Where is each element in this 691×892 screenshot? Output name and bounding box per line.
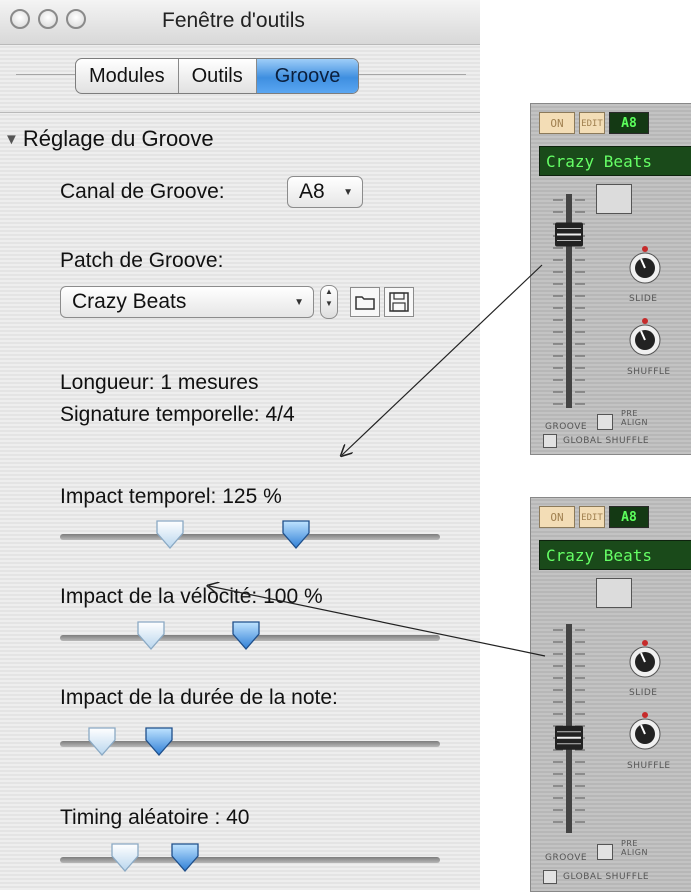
groove-channel-value: A8 [299, 180, 325, 203]
slider-value-knob[interactable] [169, 841, 201, 873]
section-separator [0, 112, 480, 113]
shuffle-knob-icon[interactable] [625, 316, 665, 360]
slider-track[interactable] [60, 534, 440, 540]
slider-value-knob[interactable] [143, 725, 175, 757]
tab-bar: Modules Outils Groove [75, 58, 360, 94]
patch-display[interactable]: Crazy Beats [539, 146, 691, 176]
pre-align-label: PRE ALIGN [621, 409, 648, 427]
groove-label: GROOVE [545, 422, 588, 432]
slider-label: Impact temporel: 125 % [60, 485, 282, 508]
slide-knob-icon[interactable] [625, 244, 665, 288]
pre-label: PRE [621, 409, 638, 418]
groove-fader[interactable] [549, 186, 589, 416]
folder-icon [355, 296, 375, 310]
fader-cap[interactable] [555, 725, 583, 750]
groove-patch-popup[interactable]: Crazy Beats ▼ [60, 286, 314, 318]
groove-label: GROOVE [545, 853, 588, 863]
disclosure-triangle-icon[interactable]: ▼ [4, 131, 19, 148]
channel-display: A8 [609, 112, 649, 134]
patch-display[interactable]: Crazy Beats [539, 540, 691, 570]
minimize-window-button[interactable] [38, 9, 58, 29]
slider-value-knob[interactable] [230, 619, 262, 651]
global-shuffle-label: GLOBAL SHUFFLE [563, 872, 650, 882]
slider-label: Timing aléatoire : 40 [60, 806, 250, 829]
edit-button[interactable]: EDIT [579, 506, 605, 528]
groove-channel-label: Canal de Groove: [60, 180, 225, 203]
slide-label: SLIDE [629, 294, 658, 304]
edit-button[interactable]: EDIT [579, 112, 605, 134]
time-signature-text: Signature temporelle: 4/4 [60, 403, 295, 426]
channel-display: A8 [609, 506, 649, 528]
tab-outils[interactable]: Outils [179, 59, 257, 93]
pre-align-checkbox[interactable] [597, 844, 613, 860]
pre-align-label: PRE ALIGN [621, 839, 648, 857]
shuffle-knob-icon[interactable] [625, 710, 665, 754]
groove-channel-popup[interactable]: A8 ▼ [287, 176, 363, 208]
section-header[interactable]: ▼ Réglage du Groove [4, 126, 214, 152]
zoom-window-button[interactable] [66, 9, 86, 29]
slider-label: Impact de la vélocité: 100 % [60, 585, 323, 608]
slider-original-knob[interactable] [86, 725, 118, 757]
length-text: Longueur: 1 mesures [60, 371, 259, 394]
tab-groove[interactable]: Groove [256, 59, 359, 93]
tools-window: Fenêtre d'outils Modules Outils Groove ▼… [0, 0, 480, 890]
title-bar: Fenêtre d'outils [0, 0, 480, 45]
patch-stepper[interactable]: ▲ ▼ [320, 285, 338, 319]
slider-value-knob[interactable] [280, 518, 312, 550]
slider-label: Impact de la durée de la note: [60, 686, 338, 709]
global-shuffle-checkbox[interactable] [543, 870, 557, 884]
align-label: ALIGN [621, 848, 648, 857]
slide-label: SLIDE [629, 688, 658, 698]
fader-cap[interactable] [555, 222, 583, 247]
chevron-down-icon: ▼ [294, 297, 304, 308]
shuffle-label: SHUFFLE [627, 367, 671, 377]
floppy-save-icon [389, 292, 409, 312]
chevron-down-icon: ▼ [343, 187, 353, 198]
on-button[interactable]: ON [539, 112, 575, 134]
pre-label: PRE [621, 839, 638, 848]
patch-browse-buttons[interactable] [596, 578, 632, 608]
groove-patch-label: Patch de Groove: [60, 249, 224, 272]
slider-original-knob[interactable] [135, 619, 167, 651]
close-window-button[interactable] [10, 9, 30, 29]
save-button[interactable] [384, 287, 414, 317]
global-shuffle-checkbox[interactable] [543, 434, 557, 448]
section-title: Réglage du Groove [22, 126, 214, 151]
on-button[interactable]: ON [539, 506, 575, 528]
slide-knob-icon[interactable] [625, 638, 665, 682]
pre-align-checkbox[interactable] [597, 414, 613, 430]
groove-fader[interactable] [549, 616, 589, 841]
groove-module-top: ON EDIT A8 Crazy Beats SLIDE SHUFFLE GRO… [530, 103, 691, 455]
open-folder-button[interactable] [350, 287, 380, 317]
groove-patch-value: Crazy Beats [72, 290, 187, 313]
groove-module-bottom: ON EDIT A8 Crazy Beats SLIDE SHUFFLE GRO… [530, 497, 691, 892]
tab-modules[interactable]: Modules [76, 59, 179, 93]
align-label: ALIGN [621, 418, 648, 427]
patch-browse-buttons[interactable] [596, 184, 632, 214]
global-shuffle-label: GLOBAL SHUFFLE [563, 436, 650, 446]
window-title: Fenêtre d'outils [162, 9, 305, 32]
slider-original-knob[interactable] [154, 518, 186, 550]
shuffle-label: SHUFFLE [627, 761, 671, 771]
slider-original-knob[interactable] [109, 841, 141, 873]
